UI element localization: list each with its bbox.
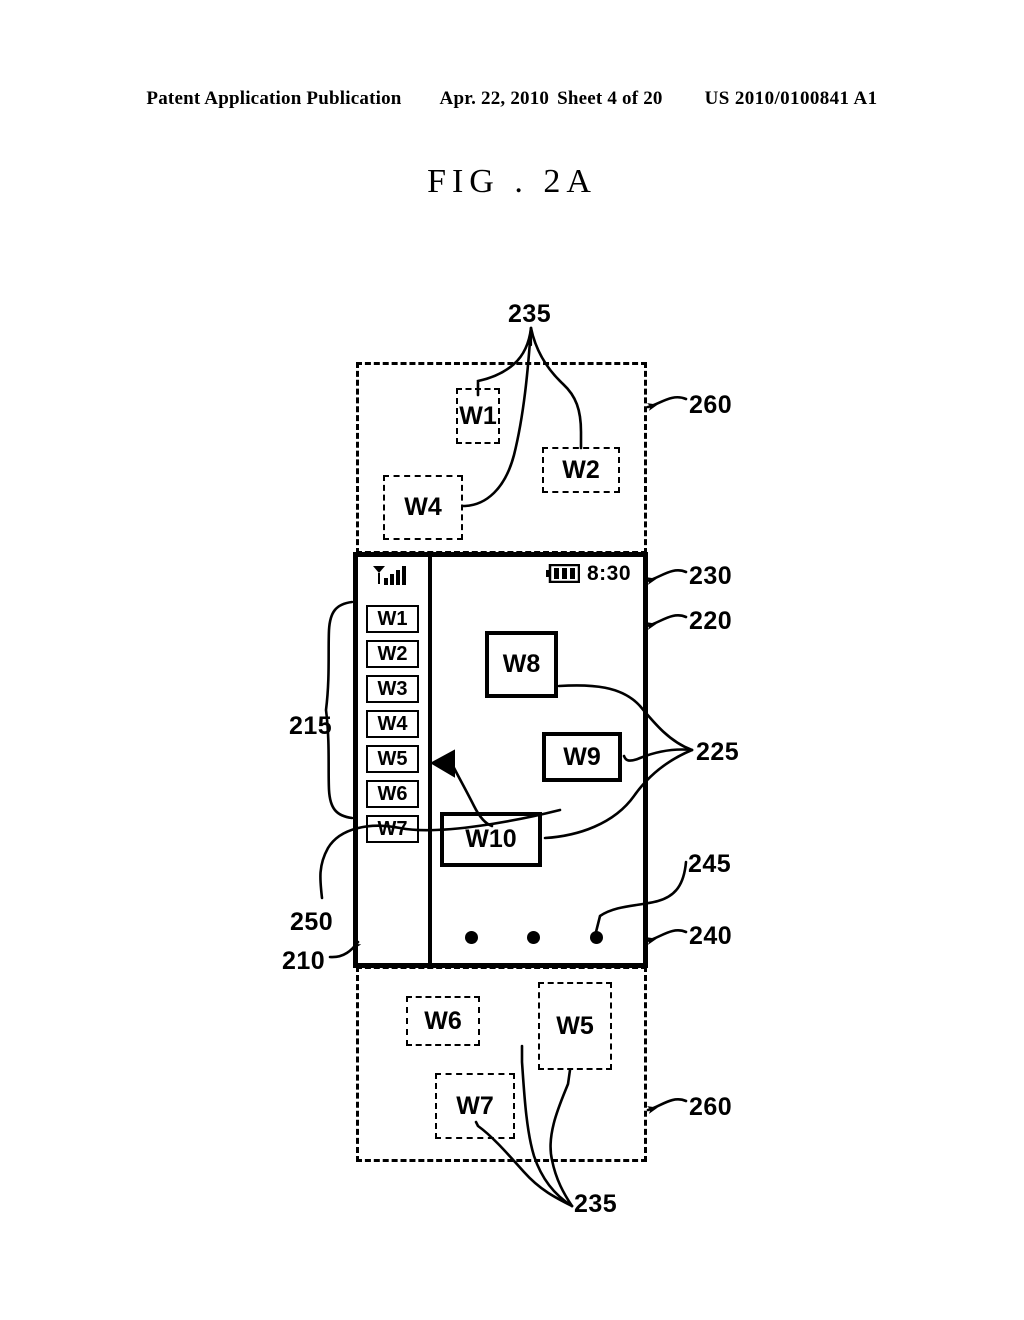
sidebar-item-label: W4 [377,712,408,735]
ref-label-260-top: 260 [689,391,733,419]
header-date: Apr. 22, 2010 [439,88,550,109]
ref-label-225: 225 [696,738,740,766]
bottom-region-widget-w7[interactable]: W7 [435,1073,515,1139]
sidebar-item-label: W1 [377,607,408,630]
ref-label-235-top: 235 [508,300,552,328]
widget-label: W6 [424,1006,462,1035]
screen-widget-w8[interactable]: W8 [485,631,558,698]
page-indicator-dot-2[interactable] [527,931,540,944]
status-bar-time: 8:30 [586,562,631,585]
ref-label-250: 250 [290,908,334,936]
screen-widget-w9[interactable]: W9 [542,732,622,782]
screen-widget-w10[interactable]: W10 [440,812,542,867]
sidebar-item-w3[interactable]: W3 [366,675,419,703]
header-sheet: Sheet 4 of 20 [557,88,663,109]
battery-icon [545,563,581,584]
widget-label: W2 [562,455,600,484]
header-patent-number: US 2010/0100841 A1 [704,88,878,109]
figure-title: FIG . 2A [427,163,597,200]
sidebar-item-label: W6 [377,782,408,805]
sidebar-item-w2[interactable]: W2 [366,640,419,668]
ref-label-240: 240 [689,922,733,950]
sidebar-item-w1[interactable]: W1 [366,605,419,633]
top-region-widget-w2[interactable]: W2 [542,447,620,493]
widget-label: W1 [459,401,497,430]
page-indicator-dot-3[interactable] [590,931,603,944]
signal-bars-icon [372,565,408,587]
widget-label: W10 [465,825,517,853]
widget-label: W7 [456,1091,494,1120]
phone-screen-area[interactable]: 8:30 W8 W9 W10 [432,557,643,963]
ref-label-230: 230 [689,562,733,590]
status-bar-right: 8:30 [545,562,631,585]
top-region-widget-w1[interactable]: W1 [456,388,500,444]
bottom-region-widget-w5[interactable]: W5 [538,982,612,1070]
sidebar-item-label: W7 [377,817,408,840]
ref-label-210: 210 [282,947,326,975]
widget-sidebar-panel[interactable]: W1 W2 W3 W4 W5 W6 W7 [358,557,432,963]
ref-label-235-bottom: 235 [574,1190,618,1218]
sidebar-item-w5[interactable]: W5 [366,745,419,773]
sidebar-item-w4[interactable]: W4 [366,710,419,738]
widget-label: W5 [556,1011,594,1040]
ref-label-215: 215 [289,712,333,740]
header-publication: Patent Application Publication [146,88,402,109]
ref-label-260-bottom: 260 [689,1093,733,1121]
sidebar-item-label: W2 [377,642,408,665]
phone-device-body: W1 W2 W3 W4 W5 W6 W7 8:30 W8 W9 W10 [353,552,648,968]
sidebar-widget-list: W1 W2 W3 W4 W5 W6 W7 [366,605,419,850]
ref-label-245: 245 [688,850,732,878]
page-indicator-dot-1[interactable] [465,931,478,944]
sidebar-item-w6[interactable]: W6 [366,780,419,808]
widget-label: W4 [404,493,442,521]
sidebar-item-w7[interactable]: W7 [366,815,419,843]
ref-label-220: 220 [689,607,733,635]
widget-label: W9 [563,742,601,771]
widget-label: W8 [502,650,541,678]
sidebar-item-label: W5 [377,747,408,770]
sidebar-item-label: W3 [377,677,408,700]
page-header: Patent Application Publication Apr. 22, … [0,88,1024,110]
bottom-region-widget-w6[interactable]: W6 [406,996,480,1046]
top-region-widget-w4[interactable]: W4 [383,475,463,540]
